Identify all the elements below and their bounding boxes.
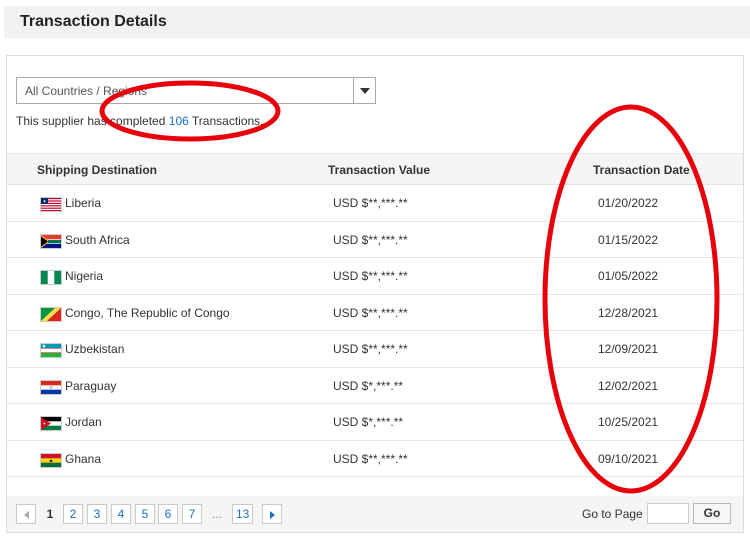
date-cell: 01/05/2022 [598, 269, 659, 283]
congo-flag-icon [40, 306, 62, 322]
date-cell: 10/25/2021 [598, 415, 659, 429]
jordan-flag-icon [40, 416, 62, 431]
value-cell: USD $**,***.** [333, 232, 408, 247]
paraguay-flag-icon [40, 379, 62, 395]
south-africa-flag-icon [40, 233, 62, 249]
date-cell: 01/20/2022 [598, 196, 659, 210]
date-cell: 12/09/2021 [598, 342, 659, 356]
table-row: Jordan USD $*,***.** 10/25/2021 [7, 404, 743, 441]
uzbekistan-flag-icon [40, 343, 62, 358]
pagination-bar: 1 2 3 4 5 6 7 ... 13 Go to Page Go [7, 496, 743, 532]
go-button[interactable]: Go [693, 503, 731, 524]
table-row: ★ Ghana USD $**,***.** 09/10/2021 [7, 441, 743, 477]
next-page-button[interactable] [262, 504, 282, 524]
value-cell: USD $**,***.** [333, 342, 408, 356]
value-cell: USD $**,***.** [333, 196, 408, 210]
value-cell: USD $**,***.** [333, 269, 408, 283]
value-cell: USD $**,***.** [333, 451, 408, 466]
svg-text:★: ★ [49, 458, 54, 464]
ghana-flag-icon: ★ [40, 452, 62, 468]
transaction-count-link[interactable]: 106 [169, 114, 189, 128]
column-header-destination: Shipping Destination [37, 163, 157, 177]
country-region-select[interactable]: All Countries / Regions [16, 77, 376, 104]
page-title: Transaction Details [20, 13, 167, 30]
chevron-left-icon [23, 510, 29, 519]
value-cell: USD $*,***.** [333, 415, 404, 429]
page-6[interactable]: 6 [158, 504, 178, 524]
destination-cell: Jordan [65, 415, 102, 429]
destination-cell: Nigeria [65, 269, 104, 283]
value-cell: USD $**,***.** [333, 305, 408, 320]
table-row: South Africa USD $**,***.** 01/15/2022 [7, 222, 743, 258]
page-2[interactable]: 2 [63, 504, 83, 524]
nigeria-flag-icon [40, 270, 62, 285]
table-row: Uzbekistan USD $**,***.** 12/09/2021 [7, 331, 743, 368]
dropdown-toggle[interactable] [353, 78, 375, 103]
chevron-down-icon [359, 87, 370, 94]
destination-cell: Ghana [65, 451, 102, 466]
summary-suffix: Transactions. [191, 114, 264, 128]
column-header-date: Transaction Date [593, 163, 690, 177]
svg-text:★: ★ [43, 199, 47, 204]
select-value: All Countries / Regions [25, 84, 148, 98]
page-3[interactable]: 3 [87, 504, 107, 524]
page-1: 1 [46, 507, 54, 521]
goto-page-label: Go to Page [582, 507, 643, 521]
transaction-summary: This supplier has completed 106 Transact… [16, 114, 264, 128]
page-7[interactable]: 7 [182, 504, 202, 524]
date-cell: 09/10/2021 [598, 451, 659, 466]
summary-prefix: This supplier has completed [16, 114, 166, 128]
table-row: Congo, The Republic of Congo USD $**,***.… [7, 295, 743, 331]
destination-cell: Uzbekistan [65, 342, 125, 356]
value-cell: USD $*,***.** [333, 378, 404, 393]
liberia-flag-icon: ★ [40, 197, 62, 212]
destination-cell: Congo, The Republic of Congo [65, 305, 230, 320]
page-4[interactable]: 4 [111, 504, 131, 524]
destination-cell: Paraguay [65, 378, 117, 393]
date-cell: 01/15/2022 [598, 232, 659, 247]
column-header-value: Transaction Value [328, 163, 431, 177]
prev-page-button[interactable] [16, 504, 36, 524]
page-ellipsis: ... [211, 507, 222, 521]
table-row: Paraguay USD $*,***.** 12/02/2021 [7, 368, 743, 404]
goto-page-input[interactable] [647, 503, 689, 524]
page-5[interactable]: 5 [135, 504, 155, 524]
date-cell: 12/28/2021 [598, 305, 659, 320]
page-13[interactable]: 13 [232, 504, 254, 524]
chevron-right-icon [269, 510, 275, 519]
table-header: Shipping Destination Transaction Value T… [7, 153, 743, 185]
destination-cell: Liberia [65, 196, 102, 210]
table-row: ★ Liberia USD $**,***.** 01/20/2022 [7, 185, 743, 222]
table-row: Nigeria USD $**,***.** 01/05/2022 [7, 258, 743, 295]
date-cell: 12/02/2021 [598, 378, 659, 393]
destination-cell: South Africa [65, 232, 130, 247]
